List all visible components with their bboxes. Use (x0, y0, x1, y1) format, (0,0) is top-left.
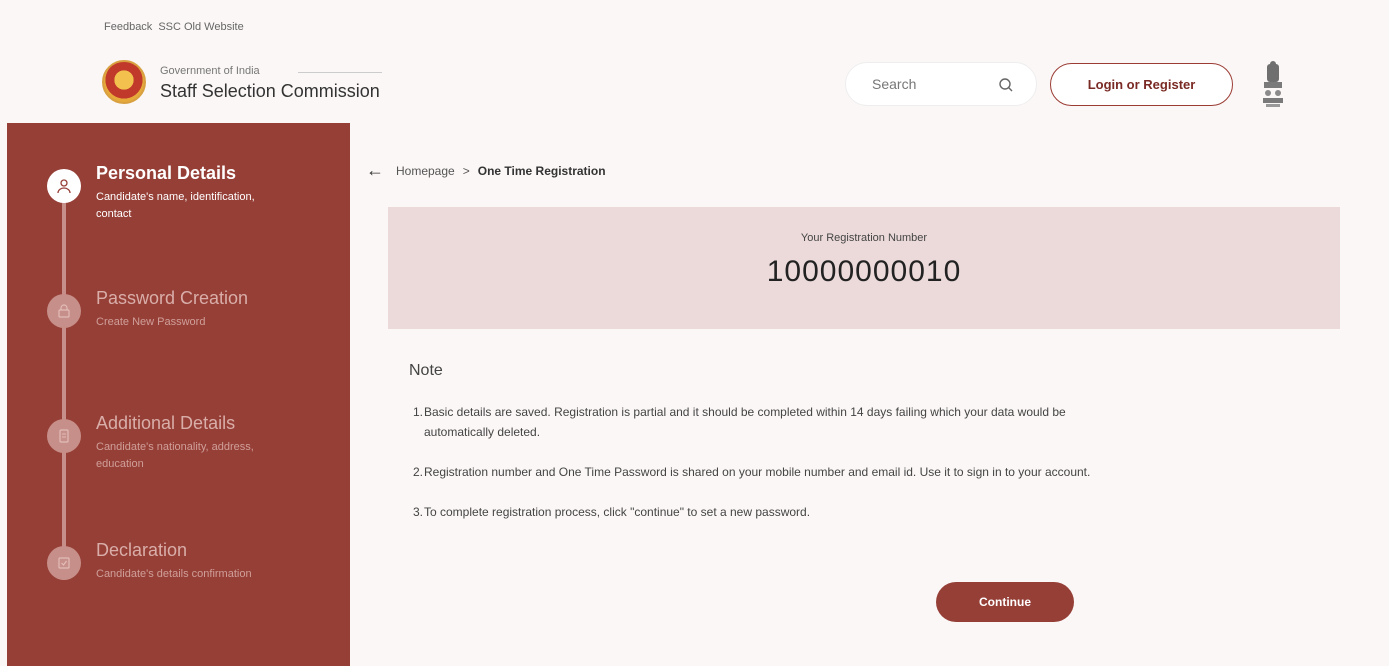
step-dot (47, 546, 81, 580)
note-item-number: 3. (413, 505, 424, 519)
search-box[interactable]: Search (845, 62, 1037, 106)
note-item: 3. To complete registration process, cli… (413, 502, 1103, 522)
old-website-link[interactable]: SSC Old Website (158, 21, 243, 33)
registration-number-value: 10000000010 (766, 255, 962, 288)
org-subtitle: Government of India (160, 65, 260, 77)
lock-icon (58, 304, 70, 318)
step-dot (47, 294, 81, 328)
document-icon (59, 429, 69, 443)
note-item-text: Registration number and One Time Passwor… (424, 465, 1091, 479)
org-divider (298, 72, 382, 73)
note-item-text: To complete registration process, click … (424, 505, 811, 519)
registration-steps-sidebar: Personal Details Candidate's name, ident… (7, 123, 350, 666)
login-register-button[interactable]: Login or Register (1050, 63, 1233, 106)
breadcrumb-current: One Time Registration (477, 163, 606, 178)
note-list: 1. Basic details are saved. Registration… (413, 402, 1103, 542)
note-item: 2. Registration number and One Time Pass… (413, 462, 1103, 482)
timeline-line (62, 185, 66, 580)
top-utility-bar: Feedback SSC Old Website (0, 0, 1389, 52)
step-title: Personal Details (96, 163, 237, 183)
top-links: Feedback SSC Old Website (104, 21, 244, 33)
step-title: Declaration (96, 540, 188, 560)
note-title: Note (409, 362, 443, 379)
breadcrumb-home[interactable]: Homepage (396, 164, 455, 178)
step-desc: Candidate's details confirmation (96, 568, 252, 580)
step-title: Password Creation (96, 288, 249, 308)
breadcrumb-separator: > (462, 163, 470, 178)
step-desc: Create New Password (96, 316, 206, 328)
step-dot (47, 169, 81, 203)
search-label: Search (872, 76, 917, 92)
checklist-icon (58, 557, 70, 569)
step-title: Additional Details (96, 413, 236, 433)
user-icon (57, 179, 71, 194)
note-item-number: 2. (413, 465, 424, 479)
feedback-link[interactable]: Feedback (104, 21, 152, 33)
note-item-number: 1. (413, 405, 424, 419)
breadcrumb: ← Homepage > One Time Registration (366, 160, 606, 181)
note-item: 1. Basic details are saved. Registration… (413, 402, 1103, 442)
registration-number-panel: Your Registration Number 10000000010 (388, 207, 1340, 329)
ssc-logo-icon[interactable] (102, 60, 146, 104)
site-header: Government of India Staff Selection Comm… (0, 52, 1389, 122)
org-title: Staff Selection Commission (160, 81, 380, 101)
step-dot (47, 419, 81, 453)
national-emblem-icon (1263, 61, 1283, 107)
back-arrow-icon[interactable]: ← (366, 160, 384, 181)
registration-number-label: Your Registration Number (800, 232, 928, 244)
continue-button[interactable]: Continue (936, 582, 1074, 622)
search-icon[interactable] (998, 77, 1014, 93)
note-item-text: Basic details are saved. Registration is… (424, 405, 1066, 439)
step-desc: Candidate's name, identification, contac… (96, 191, 255, 220)
step-desc: Candidate's nationality, address, educat… (96, 441, 254, 470)
